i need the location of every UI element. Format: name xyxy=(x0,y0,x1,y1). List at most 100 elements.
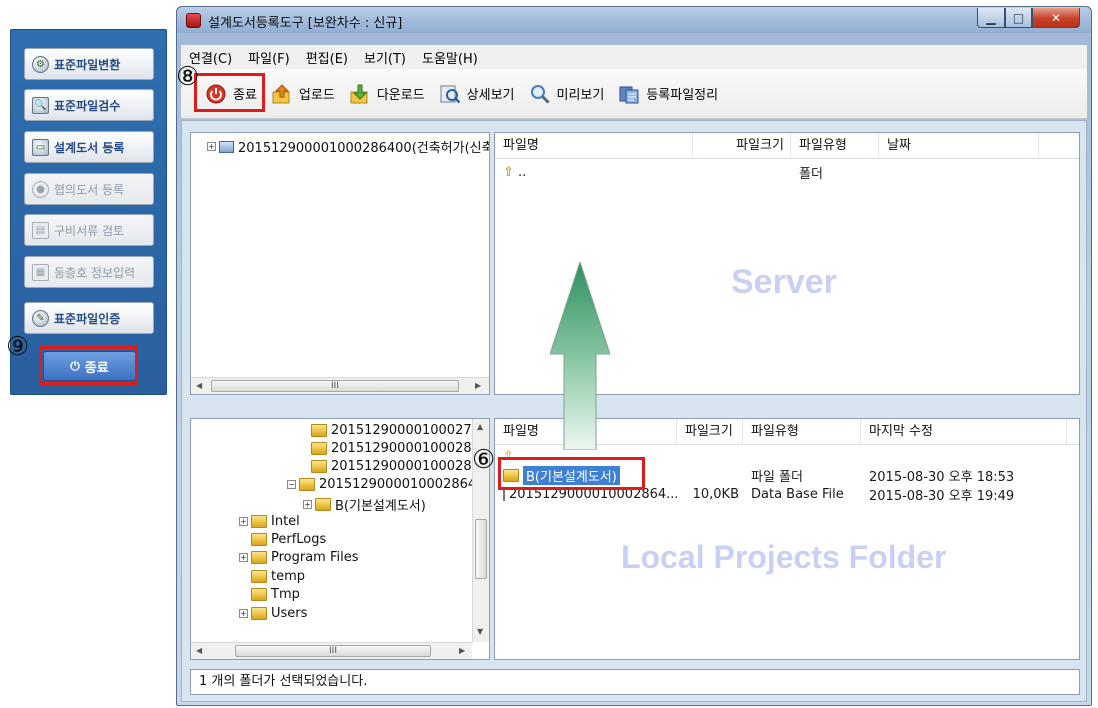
list-item[interactable]: 2015129000010002864... 10,0KB Data Base … xyxy=(495,485,1079,504)
sidebar-item-unit-info[interactable]: ▦ 동층호 정보입력 xyxy=(24,256,154,288)
sidebar-item-label: 설계도서 등록 xyxy=(54,140,125,155)
expand-icon: + xyxy=(303,500,312,509)
menu-edit[interactable]: 편집(E) xyxy=(298,48,356,67)
menu-file[interactable]: 파일(F) xyxy=(240,48,298,67)
folder-icon xyxy=(251,607,267,620)
cleanup-button[interactable]: 등록파일정리 xyxy=(612,78,726,110)
sidebar-item-design-register[interactable]: ▭ 설계도서 등록 xyxy=(24,131,154,163)
server-tree-root[interactable]: + 2015129000010002864​00(건축허가(신축 xyxy=(207,137,490,156)
close-button[interactable]: ✕ xyxy=(1032,8,1080,28)
power-icon: ⏻ xyxy=(70,358,80,373)
list-item-selected[interactable]: B(기본설계도서) 파일 폴더 2015-08-30 오후 18:53 xyxy=(495,465,1079,485)
scroll-thumb[interactable] xyxy=(475,519,487,579)
server-icon xyxy=(219,140,234,153)
minimize-button[interactable]: ▁ xyxy=(977,8,1005,28)
folder-icon xyxy=(251,515,267,528)
download-button[interactable]: 다운로드 xyxy=(343,78,433,110)
sidebar-item-label: 표준파일검수 xyxy=(54,98,121,113)
magnifier-icon xyxy=(529,83,551,105)
details-button[interactable]: 상세보기 xyxy=(433,78,523,110)
column-filename[interactable]: 파일명 xyxy=(495,133,693,159)
tree-node[interactable]: 201512900001000283100 xyxy=(311,459,489,474)
menu-bar: 연결(C) 파일(F) 편집(E) 보기(T) 도움말(H) xyxy=(181,45,1087,69)
tree-node[interactable]: − 201512900001000286400 xyxy=(287,477,490,492)
cleanup-label: 등록파일정리 xyxy=(646,88,719,103)
client-area: + 2015129000010002864​00(건축허가(신축 ◀ III ▶… xyxy=(181,120,1087,702)
server-tree-hscrollbar[interactable]: ◀ III ▶ xyxy=(191,377,489,394)
maximize-button[interactable]: □ xyxy=(1005,8,1032,28)
tree-node-label: Program Files xyxy=(271,550,359,565)
sidebar-item-label: 표준파일인증 xyxy=(54,311,121,326)
server-watermark: Server xyxy=(731,263,837,301)
upload-folder-icon xyxy=(271,83,293,105)
database-file-icon xyxy=(503,487,505,501)
list-item-name: .. xyxy=(518,164,527,180)
tree-node[interactable]: 201512900001000282600 xyxy=(311,441,489,456)
magnifier-doc-icon: 🔍 xyxy=(32,96,49,114)
details-view-icon xyxy=(439,83,461,105)
scroll-thumb[interactable]: III xyxy=(211,380,459,392)
local-tree-hscrollbar[interactable]: ◀ III ▶ xyxy=(191,642,472,659)
column-filesize[interactable]: 파일크기 xyxy=(677,419,743,445)
tree-node[interactable]: temp xyxy=(251,569,305,584)
list-item-size: 10,0KB xyxy=(692,486,739,502)
tree-node-label: temp xyxy=(271,569,306,584)
download-folder-icon xyxy=(349,83,371,105)
tree-node[interactable]: + Program Files xyxy=(239,550,359,565)
scroll-left-icon: ◀ xyxy=(196,381,203,390)
exit-label: 종료 xyxy=(233,88,257,103)
main-window: 설계도서등록도구 [보완차수 : 신규] ▁ □ ✕ 연결(C) 파일(F) 편… xyxy=(176,6,1092,706)
download-label: 다운로드 xyxy=(376,88,425,103)
menu-view[interactable]: 보기(T) xyxy=(356,48,414,67)
folder-icon xyxy=(251,533,267,546)
sidebar-item-standard-inspect[interactable]: 🔍 표준파일검수 xyxy=(24,89,154,121)
sidebar-item-standard-certify[interactable]: ✎ 표준파일인증 xyxy=(24,302,154,334)
list-item-date: 2015-08-30 오후 19:49 xyxy=(869,488,1015,504)
list-item-type: Data Base File xyxy=(751,486,844,502)
tree-node[interactable]: + B(기본설계도서) xyxy=(303,495,426,514)
column-filetype[interactable]: 파일유형 xyxy=(743,419,861,445)
folder-icon xyxy=(311,442,327,455)
server-tree-root-label: 2015129000010002864​00(건축허가(신축 xyxy=(238,141,490,156)
list-item-name: 2015129000010002864... xyxy=(509,486,677,502)
maximize-icon: □ xyxy=(1012,10,1025,25)
sidebar-item-consult-register[interactable]: ● 협의도서 등록 xyxy=(24,173,154,205)
tree-node[interactable]: Tmp xyxy=(251,587,300,602)
people-icon: ● xyxy=(32,180,49,198)
folder-icon xyxy=(251,588,267,601)
sidebar-item-document-review[interactable]: ▤ 구비서류 검토 xyxy=(24,214,154,246)
folder-icon xyxy=(503,468,519,482)
preview-button[interactable]: 미리보기 xyxy=(523,78,613,110)
column-date[interactable]: 날짜 xyxy=(879,133,1039,159)
window-title: 설계도서등록도구 [보완차수 : 신규] xyxy=(208,16,403,31)
collapse-icon: − xyxy=(287,480,296,489)
sidebar-panel: ⚙ 표준파일변환 🔍 표준파일검수 ▭ 설계도서 등록 ● 협의도서 등록 ▤ … xyxy=(10,29,167,395)
exit-button[interactable]: 종료 xyxy=(199,78,265,110)
upload-button[interactable]: 업로드 xyxy=(265,78,343,110)
scroll-thumb[interactable]: III xyxy=(235,645,431,657)
column-filesize[interactable]: 파일크기 xyxy=(693,133,791,159)
power-icon xyxy=(205,83,227,105)
sidebar-item-standard-convert[interactable]: ⚙ 표준파일변환 xyxy=(24,48,154,80)
building-icon: ▦ xyxy=(32,263,49,281)
menu-help[interactable]: 도움말(H) xyxy=(414,48,486,67)
sidebar-item-label: 협의도서 등록 xyxy=(54,182,125,197)
list-item-date: 2015-08-30 오후 18:53 xyxy=(869,469,1015,485)
sidebar-exit-button[interactable]: ⏻ 종료 xyxy=(43,351,136,381)
status-bar: 1 개의 폴더가 선택되었습니다. xyxy=(190,669,1080,695)
column-modified[interactable]: 마지막 수정 xyxy=(861,419,1067,445)
list-item-name: .. xyxy=(513,448,523,464)
folder-open-icon xyxy=(299,478,315,491)
tree-node-label: PerfLogs xyxy=(271,532,327,547)
server-list-header: 파일명 파일크기 파일유형 날짜 xyxy=(495,133,1079,159)
tree-node[interactable]: + Users xyxy=(239,606,307,621)
tree-node[interactable]: 201512900001000278500 xyxy=(311,423,489,438)
column-filetype[interactable]: 파일유형 xyxy=(791,133,879,159)
folder-icon xyxy=(251,570,267,583)
tree-node[interactable]: + Intel xyxy=(239,514,300,529)
scroll-up-icon: ▲ xyxy=(477,422,484,431)
close-icon: ✕ xyxy=(1050,10,1062,25)
tree-node[interactable]: PerfLogs xyxy=(251,532,326,547)
tree-node-label: 201512900001000286400 xyxy=(319,477,490,492)
list-item[interactable]: ⇧ .. 폴더 xyxy=(495,163,1079,182)
